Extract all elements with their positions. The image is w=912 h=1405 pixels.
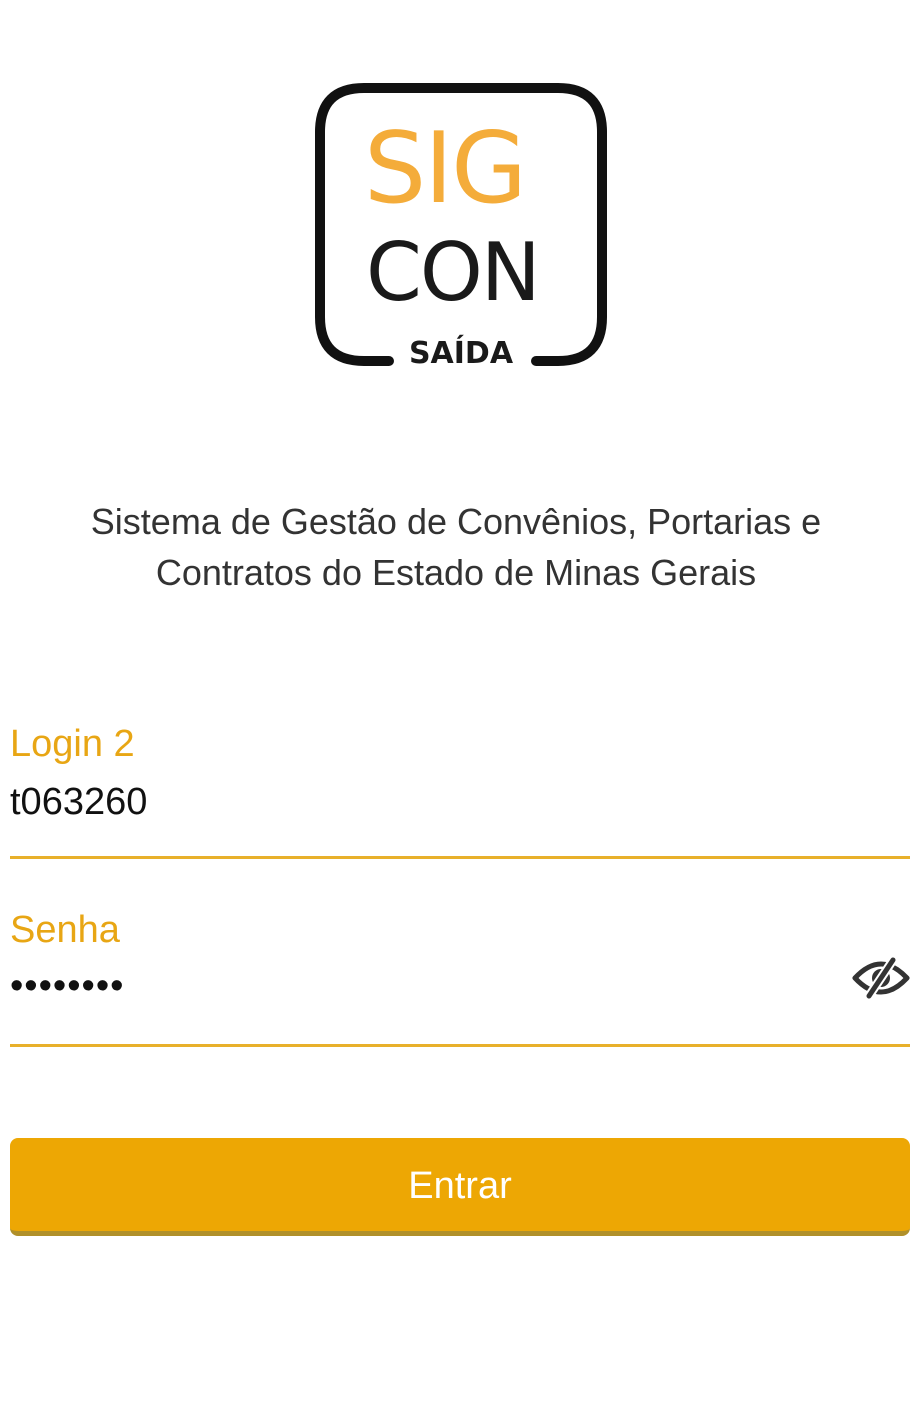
login-field[interactable]: Login 2 t063260 [10, 718, 910, 861]
password-field[interactable]: Senha •••••••• [10, 906, 910, 1049]
system-description-line-2: Contratos do Estado de Minas Gerais [155, 552, 757, 593]
system-description-line-1: Sistema de Gestão de Convênios, Portaria… [90, 501, 822, 542]
logo-con-text: CON [366, 226, 541, 319]
sigcon-logo: SIG CON SAÍDA [314, 82, 608, 376]
login-underline [10, 856, 910, 859]
login-button[interactable]: Entrar [10, 1138, 910, 1236]
password-label: Senha [10, 909, 120, 951]
login-input[interactable]: t063260 [10, 780, 147, 824]
system-description: Sistema de Gestão de Convênios, Portaria… [40, 496, 872, 598]
eye-off-icon[interactable] [852, 956, 910, 1000]
password-underline [10, 1044, 910, 1047]
password-input[interactable]: •••••••• [10, 964, 124, 1008]
login-label: Login 2 [10, 723, 135, 765]
logo-sig-text: SIG [364, 112, 527, 226]
logo-saida-text: SAÍDA [408, 336, 514, 371]
